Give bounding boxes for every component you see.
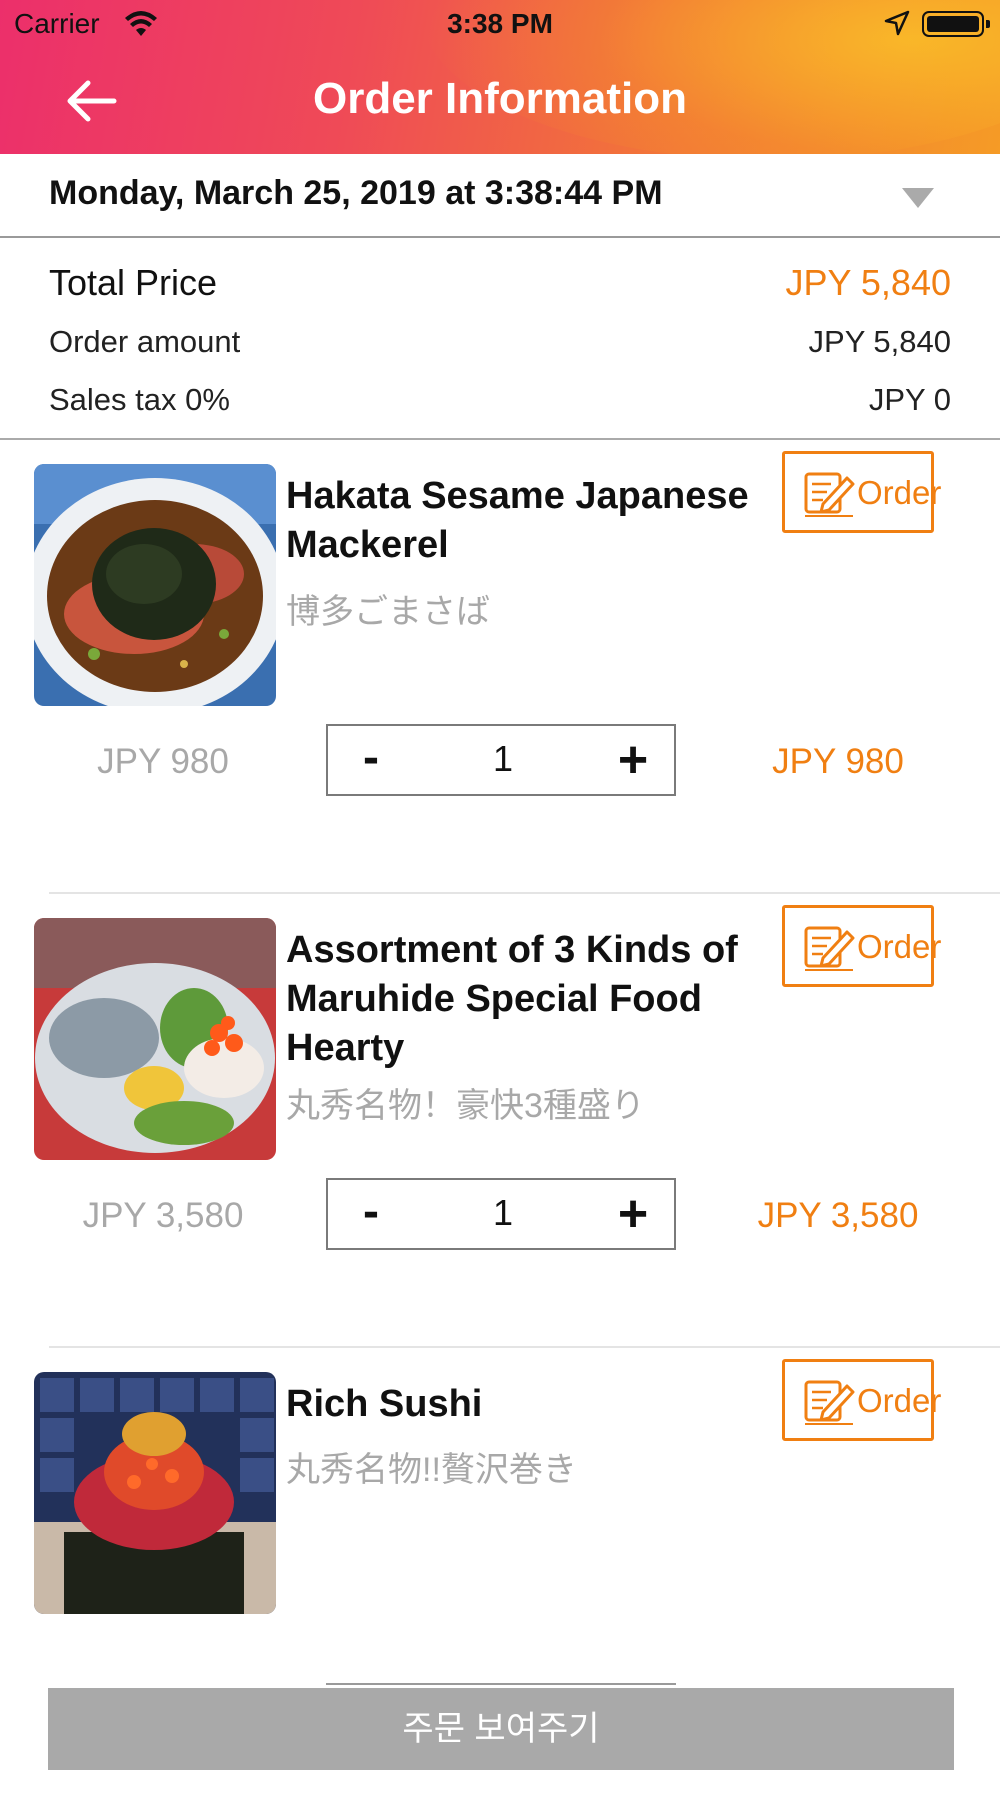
line-total: JPY 980	[772, 742, 904, 781]
order-item: Assortment of 3 Kinds of Maruhide Specia…	[0, 894, 1000, 1348]
quantity-stepper: - 1 +	[326, 1178, 676, 1250]
order-edit-icon	[804, 1380, 855, 1425]
decrement-button[interactable]: -	[346, 730, 396, 790]
battery-icon	[922, 11, 990, 37]
unit-price: JPY 3,580	[82, 1196, 244, 1235]
sales-tax-label: Sales tax 0%	[49, 382, 230, 417]
price-summary: Total Price JPY 5,840 Order amount JPY 5…	[0, 238, 1000, 440]
item-name: Hakata Sesame Japanese Mackerel	[286, 475, 749, 566]
status-time: 3:38 PM	[447, 8, 553, 39]
header-bar: Carrier 3:38 PM Order Information	[0, 0, 1000, 154]
dropdown-caret-icon[interactable]	[902, 188, 934, 208]
decrement-button[interactable]: -	[346, 1184, 396, 1244]
item-name-japanese: 丸秀名物!!贅沢巻き	[286, 1451, 577, 1489]
total-price-label: Total Price	[49, 262, 218, 303]
date-selector[interactable]: Monday, March 25, 2019 at 3:38:44 PM	[0, 154, 1000, 238]
order-edit-icon	[804, 926, 855, 971]
order-button[interactable]: Order	[782, 905, 941, 987]
order-amount-label: Order amount	[49, 324, 241, 359]
location-arrow-icon	[884, 10, 910, 36]
quantity-stepper: - 1 +	[326, 724, 676, 796]
order-button[interactable]: Order	[782, 1359, 941, 1441]
order-amount-value: JPY 5,840	[808, 324, 951, 359]
order-button-label: Order	[857, 474, 942, 511]
unit-price: JPY 980	[97, 742, 229, 781]
item-name-japanese: 丸秀名物！豪快3種盛り	[286, 1087, 645, 1125]
order-button-label: Order	[857, 1382, 942, 1419]
show-order-button[interactable]: 주문 보여주기	[48, 1688, 954, 1770]
order-edit-icon	[804, 472, 855, 517]
line-total: JPY 3,580	[757, 1196, 919, 1235]
order-button[interactable]: Order	[782, 451, 941, 533]
sales-tax-value: JPY 0	[868, 382, 951, 417]
quantity-value: 1	[492, 1192, 514, 1233]
total-price-value: JPY 5,840	[785, 262, 951, 303]
item-name-japanese: 博多ごまさば	[286, 593, 490, 631]
quantity-value: 1	[492, 738, 514, 779]
status-bar: Carrier 3:38 PM	[0, 0, 1000, 50]
order-item: Hakata Sesame Japanese Mackerel 博多ごまさば O…	[0, 440, 1000, 894]
food-photo-sushi	[34, 1372, 276, 1614]
item-name: Rich Sushi	[286, 1383, 483, 1425]
date-value: Monday, March 25, 2019 at 3:38:44 PM	[49, 174, 663, 212]
food-photo-assortment	[34, 918, 276, 1160]
increment-button[interactable]: +	[608, 1184, 658, 1244]
page-title: Order Information	[312, 74, 688, 123]
increment-button[interactable]: +	[608, 730, 658, 790]
order-button-label: Order	[857, 928, 942, 965]
item-name: Assortment of 3 Kinds of Maruhide Specia…	[286, 929, 738, 1069]
food-photo-mackerel	[34, 464, 276, 706]
